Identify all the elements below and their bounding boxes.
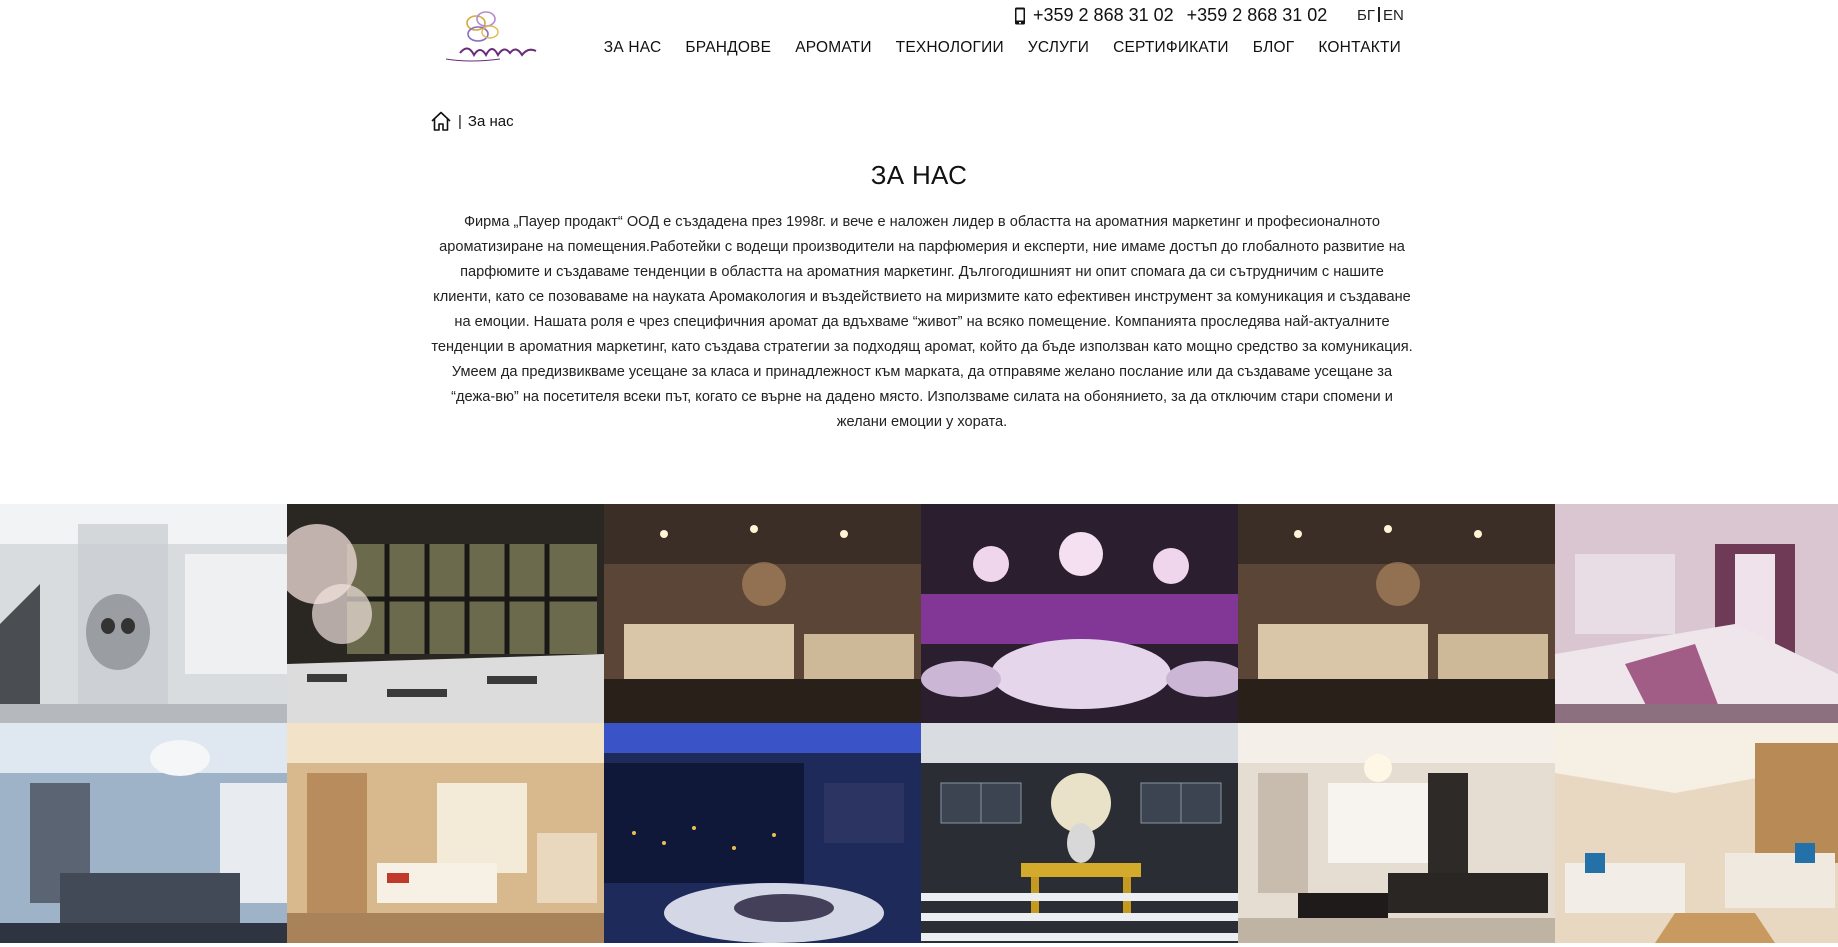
photo-lounge-gold[interactable]	[604, 504, 921, 723]
breadcrumb: | За нас	[430, 110, 514, 132]
nav-item-certificates[interactable]: СЕРТИФИКАТИ	[1113, 39, 1229, 57]
photo-beige-kitchen[interactable]	[287, 723, 604, 943]
nav-item-technologies[interactable]: ТЕХНОЛОГИИ	[896, 39, 1004, 57]
photo-white-livingroom[interactable]	[1238, 723, 1555, 943]
photo-lobby-flowers[interactable]	[921, 723, 1238, 943]
photo-lounge-gold-2[interactable]	[1238, 504, 1555, 723]
photo-gallery	[0, 504, 1838, 947]
phone-numbers: +359 2 868 31 02 +359 2 868 31 02	[1033, 5, 1335, 26]
language-switcher: БГ EN	[1357, 7, 1404, 24]
airlia-logo[interactable]	[430, 3, 550, 65]
photo-pink-bedroom[interactable]	[1555, 504, 1838, 723]
photo-modern-lounge[interactable]	[1555, 723, 1838, 943]
home-icon[interactable]	[430, 110, 452, 132]
photo-purple-banquet[interactable]	[921, 504, 1238, 723]
site-header: +359 2 868 31 02 +359 2 868 31 02 БГ EN З…	[0, 0, 1838, 80]
photo-chandelier-livingroom[interactable]	[0, 723, 287, 943]
photo-boutique-skull[interactable]	[0, 504, 287, 723]
nav-item-about[interactable]: ЗА НАС	[604, 39, 662, 57]
nav-item-blog[interactable]: БЛОГ	[1253, 39, 1295, 57]
intro-text: Фирма „Пауер продакт“ ООД е създадена пр…	[431, 214, 1413, 430]
nav-item-brands[interactable]: БРАНДОВЕ	[685, 39, 771, 57]
phone-number-link[interactable]: +359 2 868 31 02	[1033, 5, 1174, 25]
phone-icon	[1015, 7, 1025, 25]
nav-item-contacts[interactable]: КОНТАКТИ	[1318, 39, 1401, 57]
photo-blossom-hall[interactable]	[287, 504, 604, 723]
nav-item-aromas[interactable]: АРОМАТИ	[795, 39, 871, 57]
photo-night-city-lounge[interactable]	[604, 723, 921, 943]
phone-number-link[interactable]: +359 2 868 31 02	[1187, 5, 1328, 25]
nav-item-services[interactable]: УСЛУГИ	[1028, 39, 1089, 57]
lang-en-link[interactable]: EN	[1383, 7, 1404, 24]
breadcrumb-separator: |	[458, 112, 462, 130]
lang-divider	[1377, 7, 1380, 22]
lang-bg-link[interactable]: БГ	[1357, 7, 1375, 24]
main-nav: ЗА НАС БРАНДОВЕ АРОМАТИ ТЕХНОЛОГИИ УСЛУГ…	[604, 39, 1401, 57]
page-title: ЗА НАС	[870, 160, 968, 190]
breadcrumb-current: За нас	[467, 112, 514, 130]
